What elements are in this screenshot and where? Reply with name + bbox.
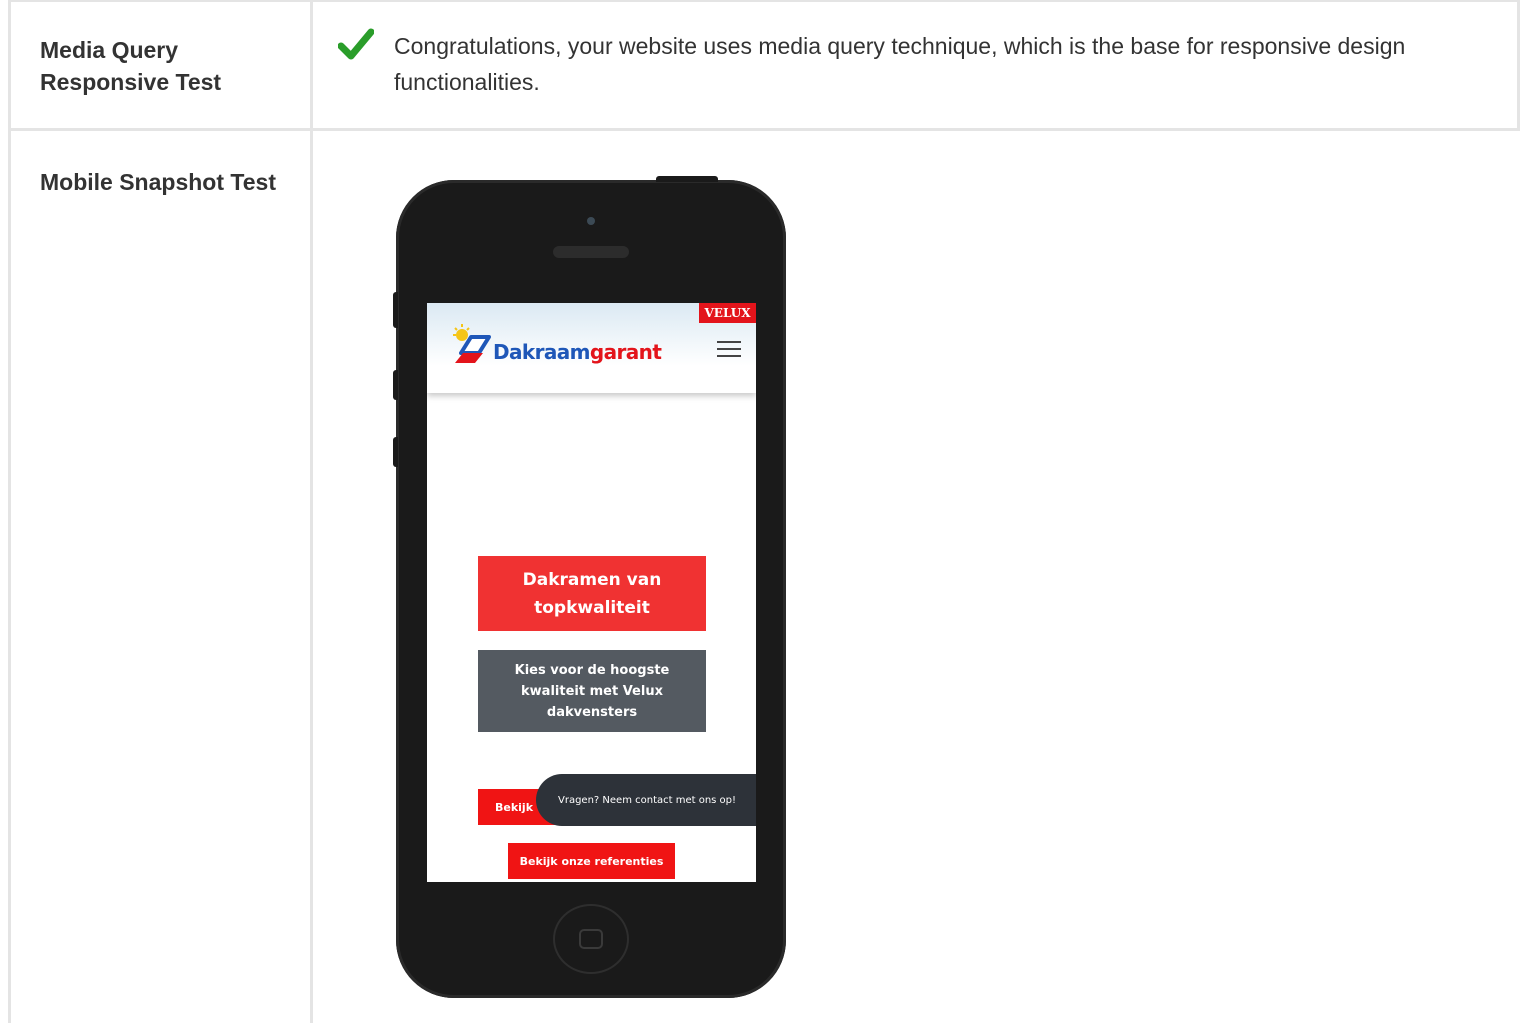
hero-subtitle: Kies voor de hoogste kwaliteit met Velux… [514, 662, 670, 720]
chat-prompt-bubble: Vragen? Neem contact met ons op! [536, 774, 756, 826]
logo-text-part1: Dakraam [493, 340, 591, 364]
table-row-divider [8, 128, 1520, 131]
snapshot-button-references: Bekijk onze referenties [508, 843, 675, 879]
table-border-left [8, 0, 11, 1023]
row-label-mobile-snapshot: Mobile Snapshot Test [40, 169, 276, 195]
site-logo-text: Dakraamgarant [493, 340, 662, 364]
row-label-media-query: Media Query Responsive Test [40, 37, 222, 95]
skylight-logo-icon [453, 324, 491, 363]
home-button-icon [579, 929, 603, 949]
phone-camera [587, 217, 595, 225]
hero-title: Dakramen van topkwaliteit [522, 569, 662, 618]
phone-speaker [553, 246, 629, 258]
check-icon [338, 28, 374, 60]
hero-subtitle-banner: Kies voor de hoogste kwaliteit met Velux… [478, 650, 706, 732]
phone-side-button-3 [393, 437, 398, 467]
hamburger-menu-icon [717, 341, 741, 357]
phone-top-button [656, 176, 718, 182]
site-header: VELUX Dakraamgarant [427, 303, 756, 393]
phone-side-button-1 [393, 292, 398, 328]
logo-text-part2: garant [589, 340, 662, 364]
table-column-divider [310, 0, 313, 1023]
phone-side-button-2 [393, 370, 398, 400]
hero-title-banner: Dakramen van topkwaliteit [478, 556, 706, 631]
velux-badge: VELUX [699, 303, 756, 323]
mobile-snapshot-screen: VELUX Dakraamgarant Dakramen van topkwal… [427, 303, 756, 882]
media-query-result-text: Congratulations, your website uses media… [394, 33, 1406, 95]
table-border-top [8, 0, 1520, 2]
table-border-right [1517, 0, 1520, 131]
